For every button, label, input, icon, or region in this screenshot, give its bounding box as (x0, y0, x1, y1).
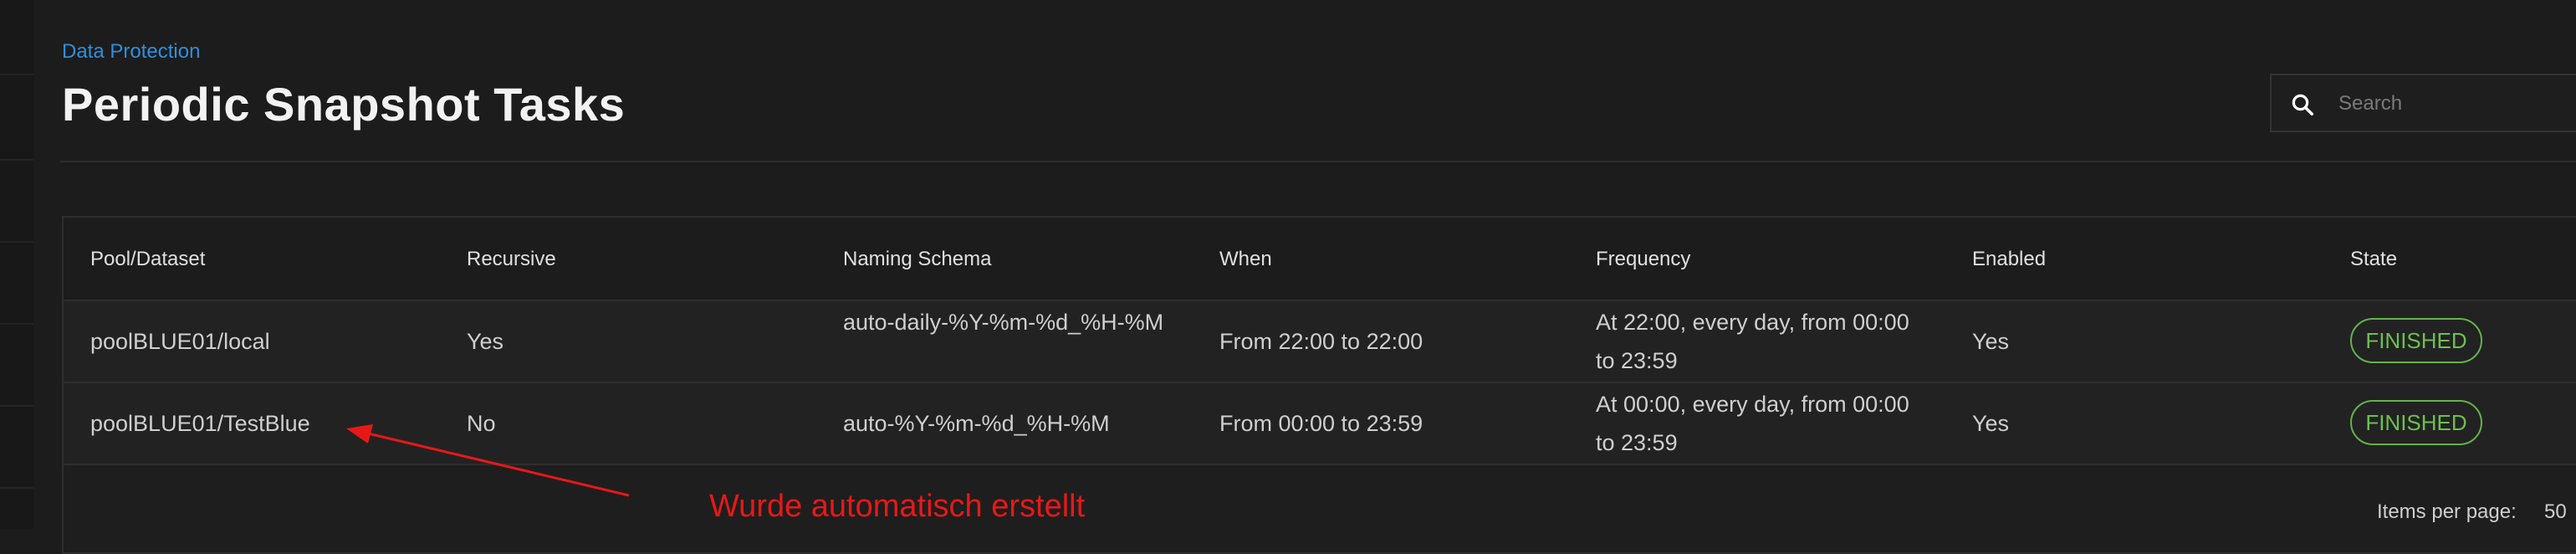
column-header-naming-schema[interactable]: Naming Schema (843, 248, 991, 271)
search-input[interactable] (2337, 84, 2574, 124)
header-divider (60, 161, 2576, 162)
column-header-frequency[interactable]: Frequency (1596, 248, 1690, 271)
column-header-when[interactable]: When (1219, 248, 1272, 271)
cell-enabled: Yes (1972, 329, 2010, 354)
cell-naming-schema: auto-%Y-%m-%d_%H-%M (843, 411, 1110, 436)
page-title: Periodic Snapshot Tasks (62, 78, 626, 131)
sidebar-divider (0, 487, 33, 489)
breadcrumb[interactable]: Data Protection (62, 40, 200, 64)
column-header-state[interactable]: State (2350, 248, 2397, 271)
sidebar-divider (0, 405, 33, 407)
column-header-recursive[interactable]: Recursive (467, 248, 556, 271)
cell-naming-schema: auto-daily-%Y-%m-%d_%H-%M (843, 310, 1164, 335)
table-row[interactable]: poolBLUE01/local Yes auto-daily-%Y-%m-%d… (64, 301, 2576, 383)
cell-frequency: At 00:00, every day, from 00:00 to 23:59 (1596, 392, 1909, 455)
sidebar-edge (0, 0, 33, 529)
sidebar-divider (0, 74, 33, 75)
sidebar-divider (0, 323, 33, 325)
cell-frequency: At 22:00, every day, from 00:00 to 23:59 (1596, 310, 1909, 373)
cell-recursive: Yes (467, 329, 504, 354)
cell-dataset: poolBLUE01/TestBlue (90, 411, 310, 436)
cell-when: From 22:00 to 22:00 (1219, 329, 1423, 354)
column-header-enabled[interactable]: Enabled (1972, 248, 2046, 271)
column-header-pool-dataset[interactable]: Pool/Dataset (90, 248, 205, 271)
snapshot-tasks-table: Pool/Dataset Recursive Naming Schema Whe… (62, 216, 2576, 554)
annotation-text: Wurde automatisch erstellt (709, 489, 1086, 524)
cell-enabled: Yes (1972, 411, 2010, 436)
table-header: Pool/Dataset Recursive Naming Schema Whe… (64, 218, 2576, 301)
table-row[interactable]: poolBLUE01/TestBlue No auto-%Y-%m-%d_%H-… (64, 383, 2576, 465)
cell-recursive: No (467, 411, 496, 436)
search-box[interactable] (2270, 74, 2576, 132)
cell-dataset: poolBLUE01/local (90, 329, 270, 354)
status-badge[interactable]: FINISHED (2350, 400, 2482, 445)
sidebar-divider (0, 159, 33, 161)
items-per-page-select[interactable]: 50 (2544, 500, 2567, 524)
search-icon (2292, 94, 2313, 115)
sidebar-divider (0, 241, 33, 243)
cell-when: From 00:00 to 23:59 (1219, 411, 1423, 436)
items-per-page-label: Items per page: (2377, 500, 2517, 523)
status-badge[interactable]: FINISHED (2350, 318, 2482, 363)
